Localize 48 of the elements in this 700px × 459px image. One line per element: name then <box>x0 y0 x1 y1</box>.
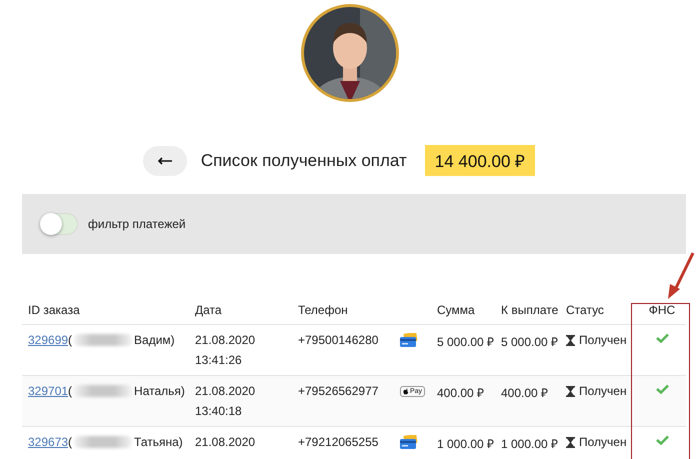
column-header: Дата <box>195 303 223 317</box>
status-text: Получен <box>579 333 627 347</box>
hourglass-icon <box>566 386 575 396</box>
date-cell-text: 21.08.2020 <box>195 384 256 398</box>
phone-cell-text: +79212065255 <box>298 435 380 449</box>
payout-cell-text: 1 000.00 ₽ <box>501 436 560 452</box>
column-header: Телефон <box>298 303 349 317</box>
back-arrow-icon <box>158 156 172 164</box>
column-header: ID заказа <box>28 303 81 317</box>
amount-cell-text: 400.00 ₽ <box>437 385 486 401</box>
phone-cell-text: +79526562977 <box>298 384 380 398</box>
table-cell: ( <box>68 435 72 449</box>
time-cell-text: 13:41:26 <box>195 353 243 367</box>
amount-cell-text: 1 000.00 ₽ <box>437 436 496 452</box>
blurred-name <box>74 436 132 448</box>
blurred-name <box>74 334 132 346</box>
status-text: Получен <box>579 384 627 398</box>
table-cell: ( <box>68 333 72 347</box>
order-link[interactable]: 329699 <box>28 333 68 347</box>
column-header: Статус <box>566 303 605 317</box>
order-link[interactable]: 329673 <box>28 435 68 449</box>
column-header: ФНС <box>648 303 676 317</box>
page-title: Список полученных оплат <box>200 150 407 170</box>
payout-cell-text: 5 000.00 ₽ <box>501 334 560 350</box>
hourglass-icon <box>566 334 575 346</box>
hourglass-icon <box>566 436 575 448</box>
amount-cell-text: 5 000.00 ₽ <box>437 334 496 350</box>
credit-card-icon <box>400 333 418 348</box>
column-header: К выплате <box>501 303 560 317</box>
date-cell-text: 21.08.2020 <box>195 435 256 449</box>
annotation-arrow <box>666 252 696 300</box>
back-button[interactable] <box>142 146 187 176</box>
order-link[interactable]: 329701 <box>28 384 68 398</box>
filter-label: фильтр платежей <box>88 217 186 231</box>
filter-toggle[interactable] <box>40 213 78 235</box>
date-cell-text: 21.08.2020 <box>195 333 256 347</box>
time-cell-text: 13:40:18 <box>195 404 243 418</box>
phone-cell-text: +79500146280 <box>298 333 380 347</box>
payout-cell-text: 400.00 ₽ <box>501 385 550 401</box>
status-text: Получен <box>579 435 627 449</box>
blurred-name <box>74 385 132 397</box>
customer-name: Татьяна) <box>134 435 183 449</box>
credit-card-icon <box>400 435 418 450</box>
total-amount: 14 400.00 ₽ <box>424 145 536 176</box>
column-header: Сумма <box>437 303 476 317</box>
table-cell: ( <box>68 384 72 398</box>
customer-name: Наталья) <box>134 384 185 398</box>
customer-name: Вадим) <box>134 333 175 347</box>
